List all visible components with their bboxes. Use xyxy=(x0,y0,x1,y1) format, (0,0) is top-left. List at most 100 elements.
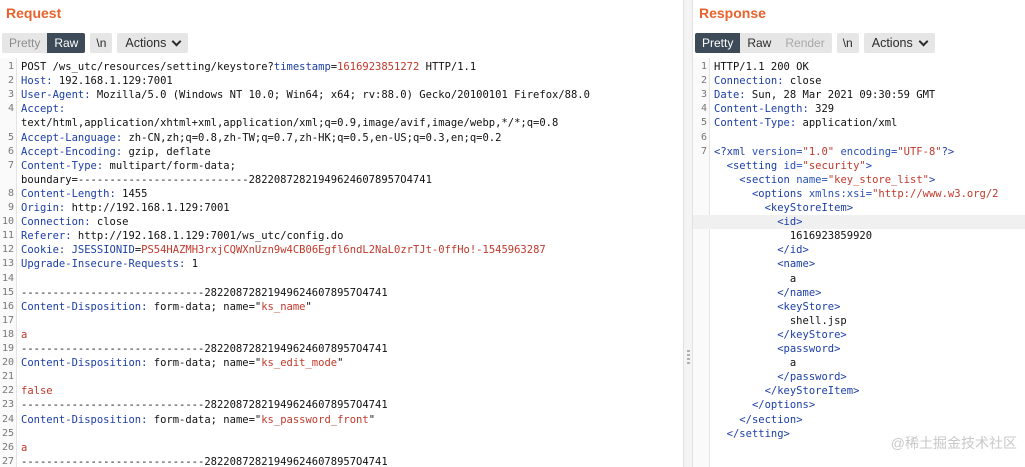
line-number: 20 xyxy=(1,357,14,369)
code-line: <keyStore> xyxy=(693,300,1025,314)
code-line: <id> xyxy=(693,215,1025,230)
code-line: 1 POST /ws_utc/resources/setting/keystore… xyxy=(0,60,683,74)
code-token: 1455 xyxy=(115,187,148,200)
code-line: 4 Accept: xyxy=(0,102,683,116)
line-text: boundary=---------------------------2822… xyxy=(21,173,432,187)
response-toolbar: Pretty Raw Render \n Actions xyxy=(695,33,935,53)
line-number: 13 xyxy=(1,258,14,270)
line-number: 17 xyxy=(1,314,14,326)
code-token: Sun, 28 Mar 2021 09:30:59 GMT xyxy=(745,89,936,102)
code-token: 329 xyxy=(808,103,835,116)
code-line: </password> xyxy=(693,370,1025,384)
line-text: Accept: xyxy=(21,102,65,116)
line-text: shell.jsp xyxy=(714,314,847,328)
code-token: -----------------------------28220872821… xyxy=(21,343,388,355)
line-text: Accept-Encoding: gzip, deflate xyxy=(21,145,211,159)
code-line: 3 User-Agent: Mozilla/5.0 (Windows NT 10.… xyxy=(0,88,683,102)
response-raw-tab[interactable]: Raw xyxy=(740,33,779,53)
line-number: 24 xyxy=(1,413,14,425)
code-line: 17 xyxy=(0,314,683,328)
code-token: </section> xyxy=(739,413,803,426)
response-editor[interactable]: 1 HTTP/1.1 200 OK 2 Connection: close 3 Date:… xyxy=(693,58,1025,467)
splitter-grip-icon[interactable] xyxy=(687,350,690,364)
code-token: User-Agent: xyxy=(21,89,91,102)
code-token: Content-Length: xyxy=(714,103,809,116)
request-toolbar: Pretty Raw \n Actions xyxy=(2,33,189,53)
code-token: Content-Disposition: xyxy=(21,357,148,370)
code-token: Content-Disposition: xyxy=(21,413,148,426)
code-line: 20 Content-Disposition: form-data; name="… xyxy=(0,356,683,370)
line-number: 21 xyxy=(1,371,14,383)
code-line: <keyStoreItem> xyxy=(693,201,1025,215)
response-pretty-tab[interactable]: Pretty xyxy=(695,33,741,53)
response-title: Response xyxy=(699,5,766,21)
response-view-toggle: Pretty Raw Render xyxy=(695,33,832,53)
line-number: 11 xyxy=(1,230,14,242)
line-number: 27 xyxy=(1,455,14,467)
code-token: xmlns:xsi= xyxy=(802,187,873,200)
code-token: "key_store_list" xyxy=(827,173,929,186)
code-token: zh-CN,zh;q=0.8,zh-TW;q=0.7,zh-HK;q=0.5,e… xyxy=(122,131,502,144)
code-line: 10 Connection: close xyxy=(0,215,683,229)
line-text: -----------------------------28220872821… xyxy=(21,398,388,412)
code-token: 1 xyxy=(185,258,199,271)
request-editor[interactable]: 1 POST /ws_utc/resources/setting/keystore… xyxy=(0,58,683,467)
code-token: Upgrade-Insecure-Requests: xyxy=(21,258,186,271)
request-raw-tab[interactable]: Raw xyxy=(47,33,86,53)
code-token: form-data; name=" xyxy=(147,300,262,313)
response-render-tab[interactable]: Render xyxy=(778,33,832,53)
code-line: 5 Content-Type: application/xml xyxy=(693,116,1025,130)
code-token: a xyxy=(714,357,797,370)
code-line: 4 Content-Length: 329 xyxy=(693,102,1025,116)
response-newline-button[interactable]: \n xyxy=(836,33,859,53)
request-actions-button[interactable]: Actions xyxy=(117,33,189,53)
code-token: close xyxy=(90,216,129,229)
code-line: text/html,application/xhtml+xml,applicat… xyxy=(0,116,683,130)
code-token: boundary=---------------------------2822… xyxy=(21,173,432,186)
code-token: 1616923859920 xyxy=(714,230,873,243)
line-number: 4 xyxy=(700,103,707,115)
line-text: <keyStore> xyxy=(714,300,840,314)
line-text: User-Agent: Mozilla/5.0 (Windows NT 10.0… xyxy=(21,88,590,102)
code-token: a xyxy=(21,441,28,454)
line-number: 19 xyxy=(1,343,14,354)
code-token: -----------------------------28220872821… xyxy=(21,455,388,467)
code-token: PS54HAZMH3rxjCQWXnUzn9w4CB06Egfl6ndL2NaL… xyxy=(141,244,546,257)
code-line: 14 xyxy=(0,272,683,286)
line-number: 22 xyxy=(1,385,14,397)
code-token: Connection: xyxy=(21,216,91,229)
code-line: 2 Host: 192.168.1.129:7001 xyxy=(0,74,683,88)
code-line: boundary=---------------------------2822… xyxy=(0,173,683,187)
response-actions-button[interactable]: Actions xyxy=(863,33,935,53)
line-number: 9 xyxy=(7,202,14,213)
request-newline-button[interactable]: \n xyxy=(90,33,113,53)
line-number: 14 xyxy=(1,272,14,284)
line-number: 1 xyxy=(7,61,14,72)
code-token: ks_edit_mode xyxy=(261,357,338,370)
code-token: a xyxy=(21,328,28,341)
code-token: timestamp xyxy=(273,61,331,73)
pane-splitter[interactable] xyxy=(683,0,693,467)
line-text: <setting id="security"> xyxy=(714,159,872,173)
code-line: 5 Accept-Language: zh-CN,zh;q=0.8,zh-TW;q… xyxy=(0,131,683,145)
line-number: 15 xyxy=(1,286,14,298)
line-number: 8 xyxy=(7,187,14,199)
code-token: " xyxy=(305,300,312,313)
code-token: Date: xyxy=(714,89,746,102)
line-number: 3 xyxy=(7,89,14,101)
code-token: -----------------------------28220872821… xyxy=(21,399,388,412)
line-number: 10 xyxy=(1,216,14,228)
code-line: 9 Origin: http://192.168.1.129:7001 xyxy=(0,201,683,215)
line-text: </password> xyxy=(714,370,847,384)
request-pretty-tab[interactable]: Pretty xyxy=(2,33,48,53)
code-token: ks_name xyxy=(261,300,306,313)
code-line: 26 a xyxy=(0,441,683,455)
code-line: 1616923859920 xyxy=(693,229,1025,243)
request-pane: Request Pretty Raw \n Actions 1 POST /ws_… xyxy=(0,0,683,467)
code-line: <options xmlns:xsi="http://www.w3.org/2 xyxy=(693,187,1025,201)
line-text: Host: 192.168.1.129:7001 xyxy=(21,74,173,88)
